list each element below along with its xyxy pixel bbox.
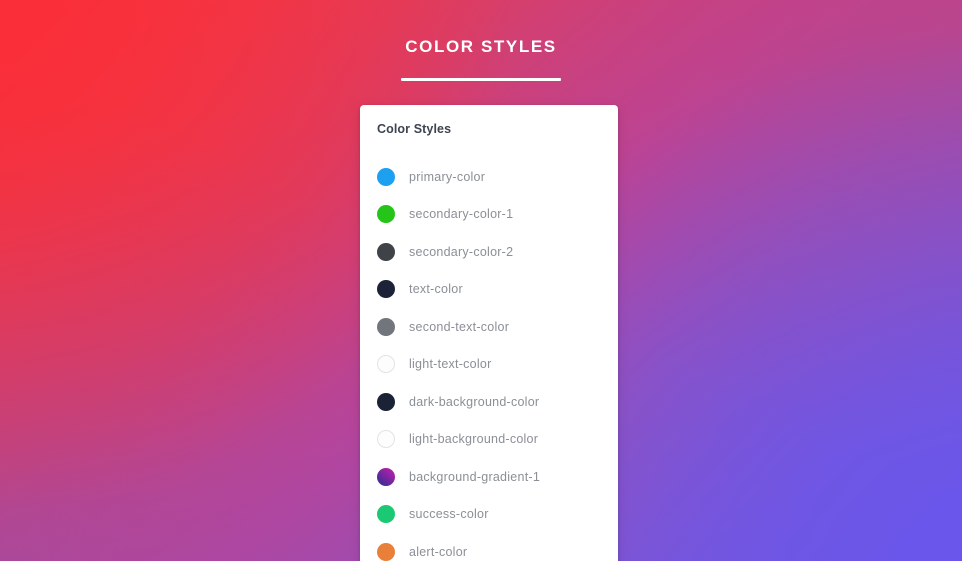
color-swatch-row[interactable]: text-color (360, 271, 618, 309)
color-swatch-label: second-text-color (409, 319, 510, 334)
color-swatch-label: primary-color (409, 169, 486, 184)
color-swatch-label: secondary-color-2 (409, 244, 514, 259)
color-swatch-row[interactable]: background-gradient-1 (360, 458, 618, 496)
color-swatch-label: alert-color (409, 544, 468, 559)
color-swatch-row[interactable]: success-color (360, 496, 618, 534)
color-swatch-list: primary-color secondary-color-1 secondary-… (360, 158, 618, 561)
color-styles-card: Color Styles primary-color secondary-colo… (360, 105, 618, 561)
color-swatch-label: light-text-color (409, 357, 492, 372)
color-swatch-icon (377, 542, 395, 561)
color-swatch-icon (377, 167, 395, 186)
color-swatch-icon (377, 392, 395, 411)
page-title: COLOR STYLES (405, 37, 557, 56)
color-swatch-icon (377, 280, 395, 299)
color-swatch-row[interactable]: light-background-color (360, 421, 618, 459)
color-swatch-label: success-color (409, 507, 489, 522)
color-swatch-label: dark-background-color (409, 394, 540, 409)
color-swatch-row[interactable]: dark-background-color (360, 383, 618, 421)
color-swatch-icon (377, 317, 395, 336)
color-swatch-icon (377, 355, 395, 374)
color-swatch-label: secondary-color-1 (409, 207, 514, 222)
color-swatch-label: text-color (409, 282, 463, 297)
color-swatch-icon (377, 430, 395, 449)
color-swatch-row[interactable]: primary-color (360, 158, 618, 196)
card-title: Color Styles (377, 122, 452, 136)
color-swatch-row[interactable]: light-text-color (360, 346, 618, 384)
color-swatch-icon (377, 505, 395, 524)
color-swatch-row[interactable]: secondary-color-2 (360, 233, 618, 271)
color-swatch-row[interactable]: alert-color (360, 533, 618, 561)
section-heading: COLOR STYLES (0, 36, 962, 81)
color-swatch-label: background-gradient-1 (409, 469, 541, 484)
color-swatch-row[interactable]: secondary-color-1 (360, 196, 618, 234)
color-swatch-label: light-background-color (409, 432, 539, 447)
color-swatch-icon (377, 205, 395, 224)
color-swatch-icon (377, 467, 395, 486)
page-background: COLOR STYLES Color Styles primary-color s… (0, 0, 962, 561)
title-underline (401, 78, 561, 81)
color-swatch-icon (377, 242, 395, 261)
color-swatch-row[interactable]: second-text-color (360, 308, 618, 346)
